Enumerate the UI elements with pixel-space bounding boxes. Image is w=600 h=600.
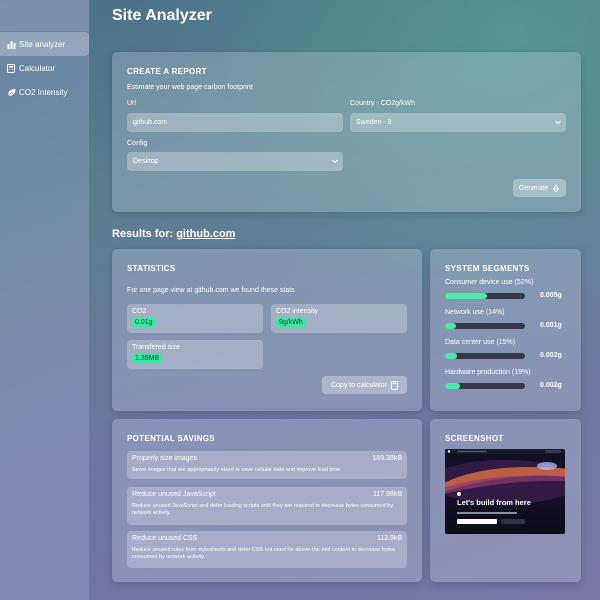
config-label: Config — [127, 140, 148, 147]
url-input-value: github.com — [133, 119, 168, 126]
recycle-icon — [552, 184, 560, 192]
saving-name: Properly size images — [132, 455, 197, 462]
sidebar-item-calculator[interactable]: Calculator — [0, 56, 89, 80]
generate-label: Generate — [518, 184, 549, 192]
generate-button[interactable]: Generate — [513, 179, 566, 197]
results-heading: Results for: github.com — [112, 228, 235, 240]
saving-size: 117.98kB — [372, 491, 402, 498]
screenshot-headline: Let's build from here — [457, 498, 531, 507]
transfer-size-stat: Transfered size 1.39MB — [127, 340, 263, 369]
saving-description: Serve images that are appropriately-size… — [132, 467, 342, 473]
segment-bar — [445, 383, 525, 389]
statistics-intro: For one page view at github.com we found… — [127, 287, 295, 294]
transfer-size-label: Transfered size — [132, 344, 180, 351]
co2-value: 0.01g — [132, 318, 156, 327]
segment-label: Hardware production (19%) — [445, 369, 531, 376]
url-input[interactable]: github.com — [127, 113, 343, 132]
saving-name: Reduce unused JavaScript — [132, 491, 216, 498]
sidebar-item-label: CO2 Intensity — [19, 87, 68, 97]
saving-item-css: Reduce unused CSS 113.9kB Reduce unused … — [127, 531, 407, 568]
saving-name: Reduce unused CSS — [132, 535, 198, 542]
report-subtitle: Estimate your web page carbon footprint — [127, 84, 253, 91]
co2-label: CO2 — [132, 308, 147, 315]
screenshot-title: SCREENSHOT — [445, 434, 504, 443]
sidebar-header — [0, 0, 89, 31]
site-screenshot-image: Let's build from here — [445, 449, 565, 534]
page-title: Site Analyzer — [112, 7, 212, 24]
copy-to-calculator-label: Copy to calculator — [330, 381, 388, 389]
create-report-card: CREATE A REPORT Estimate your web page c… — [112, 52, 581, 212]
copy-to-calculator-button[interactable]: Copy to calculator — [322, 376, 407, 394]
transfer-size-value: 1.39MB — [132, 354, 163, 363]
saving-item-images: Properly size images 189.38kB Serve imag… — [127, 451, 407, 479]
segment-value: 0.002g — [540, 382, 562, 389]
segment-bar-fill — [445, 353, 457, 359]
results-site-link[interactable]: github.com — [176, 228, 235, 240]
sidebar-item-label: Site analyzer — [19, 39, 66, 49]
sidebar-item-co2-intensity[interactable]: CO2 Intensity — [0, 80, 89, 104]
segment-bar — [445, 293, 525, 299]
config-select-value: Desktop — [133, 158, 159, 165]
config-select[interactable]: Desktop — [127, 152, 343, 171]
chevron-down-icon — [555, 120, 561, 125]
segment-bar-fill — [445, 323, 456, 329]
saving-description: Reduce unused rules from stylesheets and… — [132, 547, 395, 561]
saving-size: 113.9kB — [376, 535, 402, 542]
co2-stat: CO2 0.01g — [127, 304, 263, 333]
segment-bar — [445, 353, 525, 359]
segment-value: 0.005g — [540, 292, 562, 299]
bar-chart-icon — [6, 39, 16, 49]
calculator-icon — [391, 380, 398, 390]
co2-intensity-stat: CO2 intensity 9g/kWh — [271, 304, 407, 333]
co2-intensity-value: 9g/kWh — [276, 318, 306, 327]
saving-description: Reduce unused JavaScript and defer loadi… — [132, 503, 394, 517]
sidebar-item-label: Calculator — [19, 63, 56, 73]
chevron-down-icon — [332, 159, 338, 164]
statistics-title: STATISTICS — [127, 264, 176, 273]
saving-item-javascript: Reduce unused JavaScript 117.98kB Reduce… — [127, 487, 407, 525]
savings-title: POTENTIAL SAVINGS — [127, 434, 215, 443]
screenshot-graphic — [445, 449, 565, 524]
saving-size: 189.38kB — [372, 455, 402, 462]
segment-label: Consumer device use (52%) — [445, 279, 534, 286]
segment-label: Data center use (15%) — [445, 339, 516, 346]
co2-intensity-label: CO2 intensity — [276, 308, 319, 315]
country-select[interactable]: Sweden - 9 — [350, 113, 566, 132]
country-select-value: Sweden - 9 — [356, 119, 392, 126]
report-title: CREATE A REPORT — [127, 67, 207, 76]
calculator-icon — [6, 63, 16, 73]
segment-bar-fill — [445, 293, 487, 299]
segment-value: 0.001g — [540, 322, 562, 329]
segment-bar — [445, 323, 525, 329]
country-label: Country - CO2g/kWh — [350, 100, 415, 107]
segments-title: SYSTEM SEGMENTS — [445, 264, 530, 273]
statistics-card: STATISTICS For one page view at github.c… — [112, 249, 422, 411]
sidebar-item-site-analyzer[interactable]: Site analyzer — [0, 32, 89, 56]
results-prefix: Results for: — [112, 228, 174, 240]
segment-label: Network use (14%) — [445, 309, 505, 316]
leaf-icon — [6, 87, 16, 97]
url-label: Url — [127, 100, 136, 107]
segment-value: 0.002g — [540, 352, 562, 359]
segment-bar-fill — [445, 383, 460, 389]
